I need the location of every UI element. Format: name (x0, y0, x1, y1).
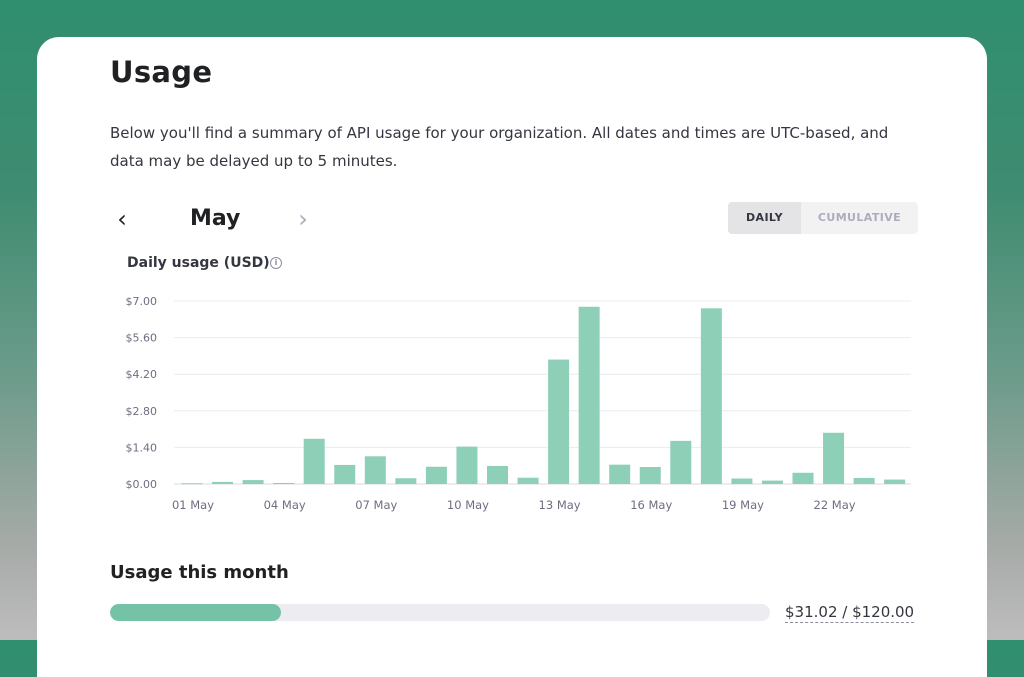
month-navigation: ‹ May › DAILY CUMULATIVE (110, 201, 918, 237)
page-intro: Below you'll find a summary of API usage… (110, 124, 889, 170)
x-tick-label: 22 May (814, 498, 856, 512)
daily-usage-chart: $0.00 $1.40 $2.80 $4.20 $5.60 $7.00 01 May 04 M… (37, 277, 937, 531)
x-tick-label: 01 May (172, 498, 214, 512)
bar-22-may (823, 432, 845, 484)
x-tick-label: 10 May (447, 498, 489, 512)
info-icon[interactable]: i (270, 257, 282, 269)
y-tick-label: $2.80 (126, 405, 158, 418)
x-tick-label: 13 May (539, 498, 581, 512)
bar-12-may (517, 477, 539, 484)
bar-19-may (731, 478, 753, 484)
bar-10-may (456, 446, 478, 484)
bar-17-may (670, 440, 692, 484)
cumulative-view-button[interactable]: CUMULATIVE (801, 202, 918, 234)
bar-13-may (548, 359, 570, 484)
usage-card: Usage Below you'll find a summary of API… (37, 37, 987, 677)
chart-title: Daily usage (USD) (127, 255, 270, 271)
usage-month-title: Usage this month (110, 562, 289, 583)
bar-14-may (578, 306, 600, 484)
chevron-right-icon[interactable]: › (291, 201, 315, 237)
bar-09-may (425, 466, 447, 484)
y-tick-label: $7.00 (126, 295, 158, 308)
bar-20-may (761, 480, 783, 484)
bar-16-may (639, 467, 661, 484)
bar-08-may (395, 478, 417, 484)
bar-21-may (792, 472, 814, 484)
bar-07-may (364, 456, 386, 484)
bar-05-may (303, 438, 325, 484)
daily-view-button[interactable]: DAILY (728, 202, 801, 234)
usage-progress-fill (110, 604, 281, 621)
daily-usage-chart-svg: $0.00 $1.40 $2.80 $4.20 $5.60 $7.00 01 May 04 M… (126, 295, 911, 512)
bar-06-may (334, 464, 356, 484)
chevron-left-icon[interactable]: ‹ (110, 201, 134, 237)
bar-01-may (181, 483, 203, 485)
bar-02-may (212, 481, 234, 484)
x-tick-label: 04 May (264, 498, 306, 512)
bar-11-may (487, 465, 508, 484)
bar-03-may (242, 480, 264, 484)
bar-18-may (700, 308, 722, 484)
bar-23-may (853, 477, 875, 484)
y-tick-label: $4.20 (126, 368, 158, 381)
page-title: Usage (110, 55, 213, 89)
x-tick-label: 07 May (355, 498, 397, 512)
usage-amount[interactable]: $31.02 / $120.00 (785, 602, 915, 623)
y-tick-label: $5.60 (126, 332, 158, 345)
bar-15-may (609, 464, 631, 484)
current-month: May (190, 206, 241, 231)
x-tick-label: 16 May (630, 498, 672, 512)
x-tick-label: 19 May (722, 498, 764, 512)
y-tick-label: $1.40 (126, 441, 158, 454)
y-tick-label: $0.00 (126, 478, 158, 491)
usage-progress-bar (110, 604, 770, 621)
view-toggle: DAILY CUMULATIVE (728, 202, 918, 234)
bar-24-may (884, 479, 906, 484)
bar-04-may (273, 482, 295, 484)
